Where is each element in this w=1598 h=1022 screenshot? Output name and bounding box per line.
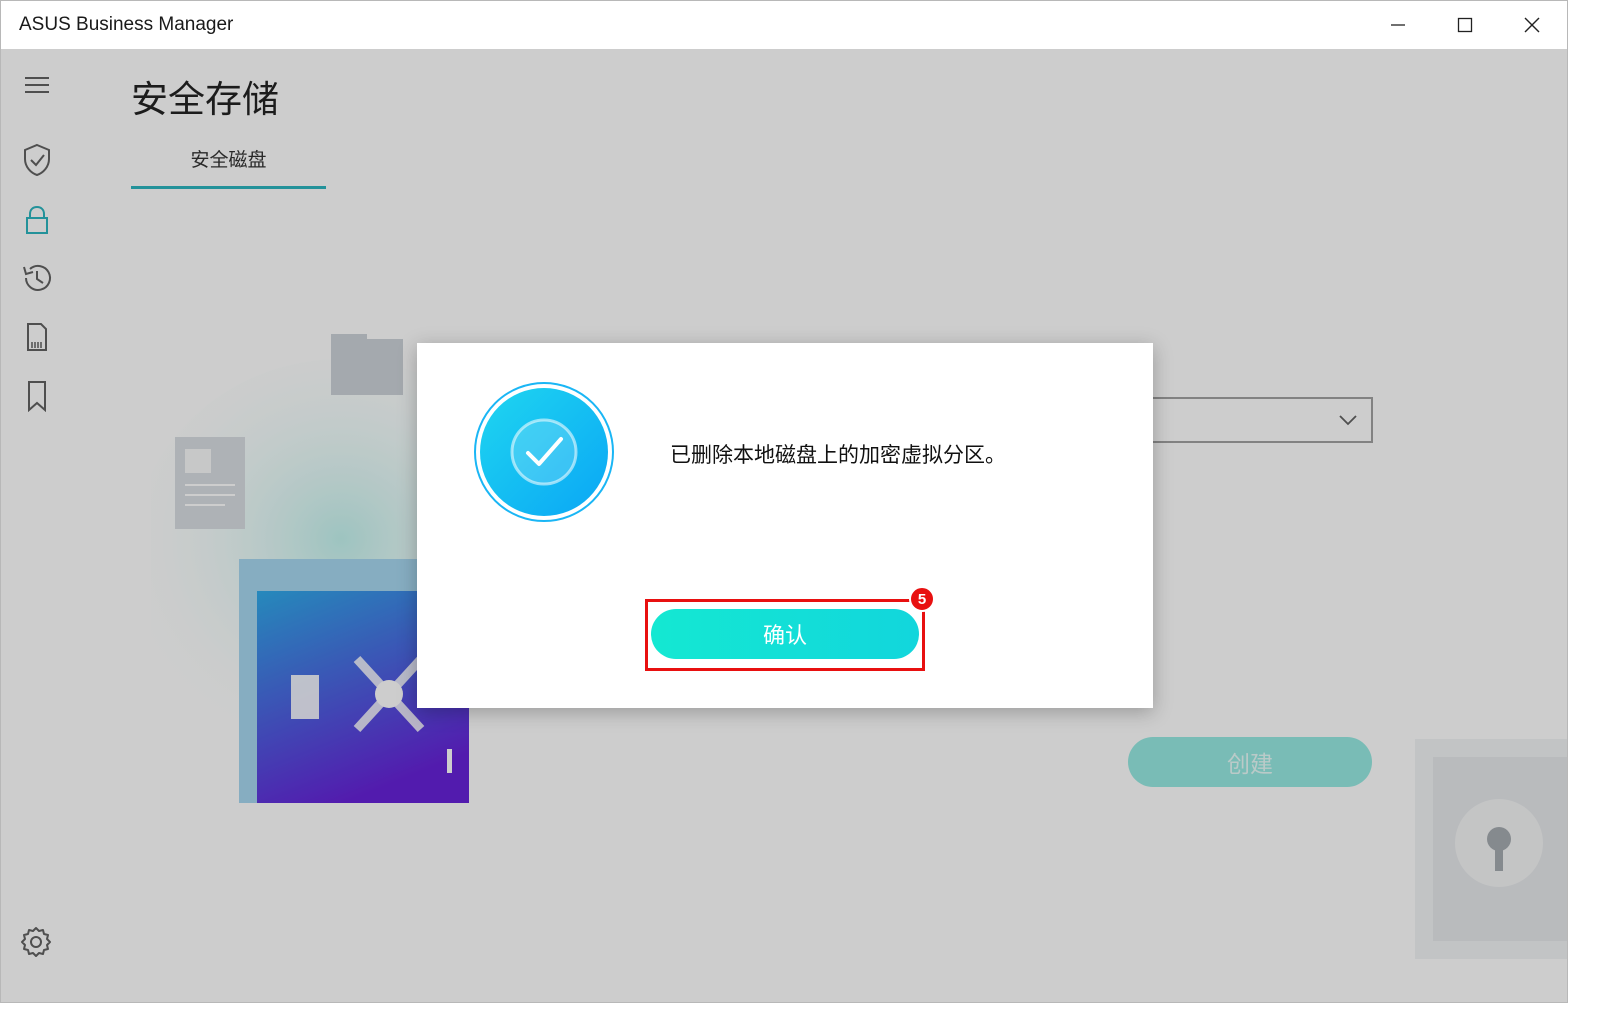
- minimize-icon: [1391, 24, 1405, 26]
- app-title: ASUS Business Manager: [19, 14, 234, 35]
- title-bar: ASUS Business Manager: [1, 1, 1567, 49]
- step-badge: 5: [909, 586, 935, 612]
- app-window: ASUS Business Manager 安全存储 安全磁盘 创建 已删除本地…: [0, 0, 1568, 1003]
- confirm-button[interactable]: 确认: [651, 609, 919, 659]
- maximize-button[interactable]: [1432, 1, 1498, 49]
- maximize-icon: [1457, 17, 1473, 33]
- success-dialog: 已删除本地磁盘上的加密虚拟分区。 确认 5: [417, 343, 1153, 708]
- dialog-message: 已删除本地磁盘上的加密虚拟分区。: [670, 443, 1006, 467]
- success-check-icon: [474, 382, 614, 522]
- close-button[interactable]: [1499, 1, 1565, 49]
- minimize-button[interactable]: [1365, 1, 1431, 49]
- close-icon: [1524, 17, 1540, 33]
